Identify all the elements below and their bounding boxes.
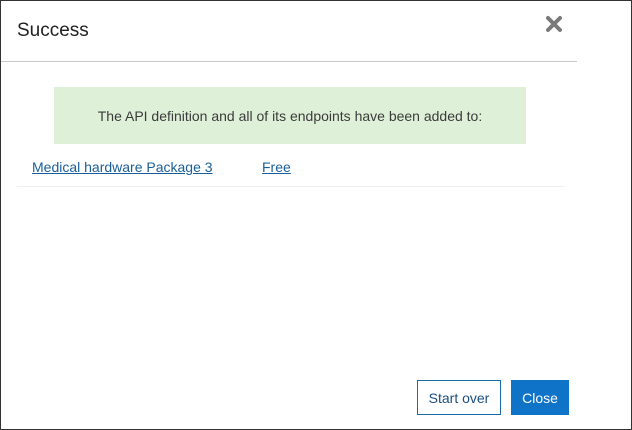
dialog-title: Success bbox=[17, 20, 89, 41]
success-banner: The API definition and all of its endpoi… bbox=[54, 87, 526, 144]
close-x-icon[interactable] bbox=[542, 12, 566, 36]
plan-link[interactable]: Free bbox=[262, 159, 291, 175]
package-link[interactable]: Medical hardware Package 3 bbox=[32, 159, 213, 175]
start-over-button[interactable]: Start over bbox=[417, 380, 501, 415]
success-dialog: Success The API definition and all of it… bbox=[0, 0, 632, 430]
success-message: The API definition and all of its endpoi… bbox=[97, 107, 483, 124]
package-row: Medical hardware Package 3 Free bbox=[17, 151, 565, 187]
close-button[interactable]: Close bbox=[511, 380, 569, 415]
dialog-header: Success bbox=[1, 1, 577, 62]
